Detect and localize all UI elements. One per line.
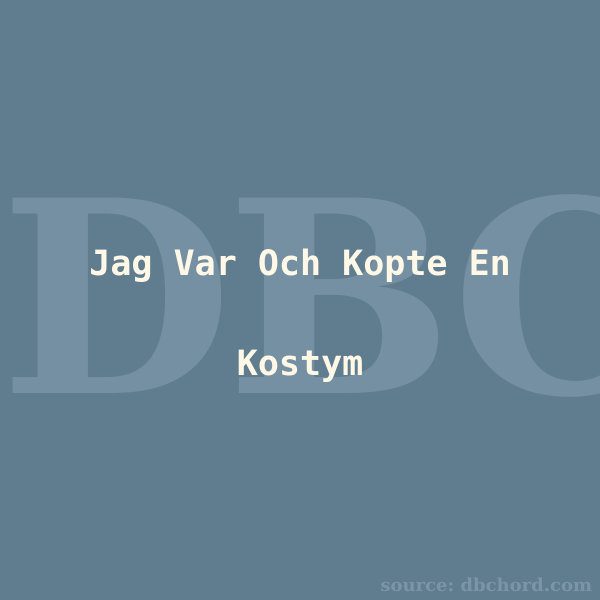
source-credit: source: dbchord.com xyxy=(380,575,592,596)
song-title: Jag Var Och Kopte En Kostym xyxy=(89,244,511,384)
cover-canvas: DBC Jag Var Och Kopte En Kostym source: … xyxy=(0,0,600,600)
